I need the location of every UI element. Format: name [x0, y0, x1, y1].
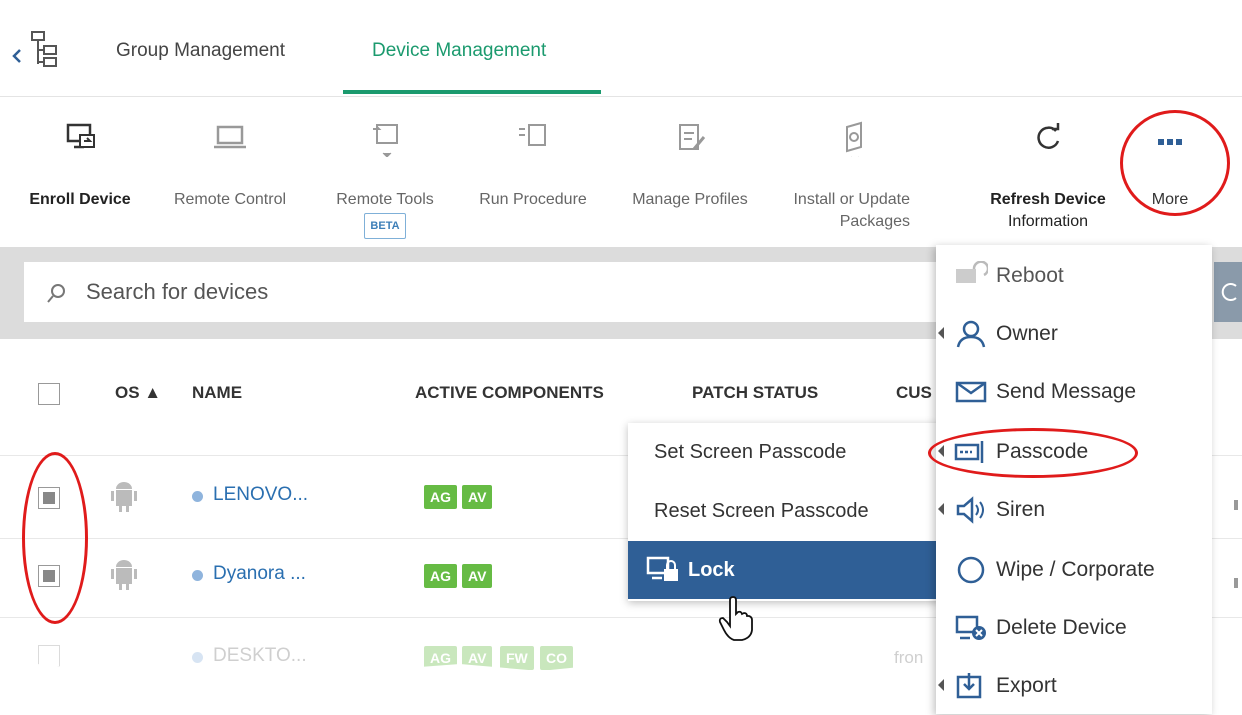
package-icon — [846, 121, 862, 157]
set-screen-passcode-item[interactable]: Set Screen Passcode — [628, 423, 940, 481]
status-dot — [192, 570, 203, 581]
status-dot — [192, 491, 203, 502]
component-badge: AV — [462, 564, 493, 588]
group-tree-back-icon[interactable] — [10, 28, 70, 72]
more-dropdown-menu: Reboot Owner Send Message Passcode Siren… — [936, 245, 1212, 714]
header-os[interactable]: OS ▲ — [115, 383, 161, 403]
refresh-icon — [1037, 123, 1060, 149]
truncated-column-mark — [1234, 500, 1238, 510]
header-active-components[interactable]: ACTIVE COMPONENTS — [415, 383, 604, 403]
device-name-link[interactable]: Dyanora ... — [213, 563, 306, 585]
reset-screen-passcode-item[interactable]: Reset Screen Passcode — [628, 482, 940, 540]
enroll-device-label: Enroll Device — [29, 191, 131, 208]
android-icon — [111, 560, 137, 590]
header-name[interactable]: NAME — [192, 383, 242, 403]
annotation-more-circle — [1120, 110, 1230, 216]
manage-profiles-icon — [679, 124, 706, 150]
envelope-icon — [955, 381, 987, 403]
speaker-icon — [956, 496, 984, 524]
hand-cursor-icon — [718, 596, 753, 641]
refresh-edge-icon[interactable] — [1214, 262, 1242, 322]
tab-device-management[interactable]: Device Management — [372, 40, 546, 62]
search-icon — [47, 284, 65, 303]
owner-label: Owner — [996, 322, 1058, 345]
annotation-checkbox-circle — [22, 452, 88, 624]
menu-item-send-message[interactable]: Send Message — [936, 363, 1212, 421]
run-procedure-label: Run Procedure — [479, 191, 587, 208]
device-toolbar: Enroll Device Remote Control Remote Tool… — [0, 97, 1242, 247]
component-badge: AG — [424, 485, 457, 509]
reset-screen-passcode-label: Reset Screen Passcode — [654, 500, 869, 522]
circle-icon — [957, 556, 985, 584]
torn-edge — [0, 662, 940, 714]
component-badge: AG — [424, 564, 457, 588]
owner-icon — [956, 320, 986, 348]
manage-profiles-label: Manage Profiles — [632, 191, 748, 208]
export-label: Export — [996, 674, 1057, 697]
menu-item-export[interactable]: Export — [936, 657, 1212, 715]
truncated-column-mark — [1234, 578, 1238, 588]
lock-device-icon — [646, 556, 678, 581]
search-placeholder: Search for devices — [86, 279, 269, 304]
menu-item-owner[interactable]: Owner — [936, 305, 1212, 363]
tab-bar: Group Management Device Management — [0, 0, 1242, 97]
beta-badge: BETA — [364, 213, 406, 239]
menu-item-wipe-corporate[interactable]: Wipe / Corporate — [936, 541, 1212, 599]
install-update-label-2: Packages — [839, 213, 910, 230]
lock-label: Lock — [688, 559, 735, 581]
set-screen-passcode-label: Set Screen Passcode — [654, 441, 847, 463]
annotation-passcode-circle — [928, 428, 1138, 478]
active-tab-indicator — [343, 90, 601, 94]
component-badge: AV — [462, 485, 493, 509]
export-icon — [956, 673, 982, 699]
menu-item-reboot[interactable]: Reboot — [936, 247, 1212, 305]
menu-item-delete-device[interactable]: Delete Device — [936, 599, 1212, 657]
run-procedure-icon — [519, 124, 546, 146]
submenu-arrow-icon — [938, 327, 944, 339]
lock-item[interactable]: Lock — [628, 541, 940, 599]
delete-device-icon — [955, 615, 986, 640]
wipe-corporate-label: Wipe / Corporate — [996, 558, 1155, 581]
remote-tools-label: Remote Tools — [336, 191, 434, 208]
passcode-submenu: Set Screen Passcode Reset Screen Passcod… — [628, 423, 940, 601]
submenu-arrow-icon — [938, 503, 944, 515]
submenu-arrow-icon — [938, 679, 944, 691]
menu-item-siren[interactable]: Siren — [936, 481, 1212, 539]
delete-device-label: Delete Device — [996, 616, 1127, 639]
refresh-label-2: Information — [1007, 213, 1089, 230]
device-name-link[interactable]: LENOVO... — [213, 484, 308, 506]
reboot-icon — [956, 261, 988, 283]
send-message-label: Send Message — [996, 380, 1137, 403]
header-customer[interactable]: CUS — [896, 383, 932, 403]
tab-group-management[interactable]: Group Management — [116, 40, 285, 62]
laptop-icon — [214, 125, 246, 149]
select-all-checkbox[interactable] — [38, 383, 60, 405]
reboot-label: Reboot — [996, 264, 1064, 287]
remote-control-label: Remote Control — [173, 191, 287, 208]
android-icon — [111, 482, 137, 512]
remote-tools-icon — [373, 124, 398, 157]
siren-label: Siren — [996, 498, 1046, 521]
install-update-label-1: Install or Update — [793, 191, 910, 208]
enroll-device-icon — [66, 123, 95, 149]
header-patch-status[interactable]: PATCH STATUS — [692, 383, 818, 403]
refresh-label-1: Refresh Device — [990, 191, 1106, 208]
